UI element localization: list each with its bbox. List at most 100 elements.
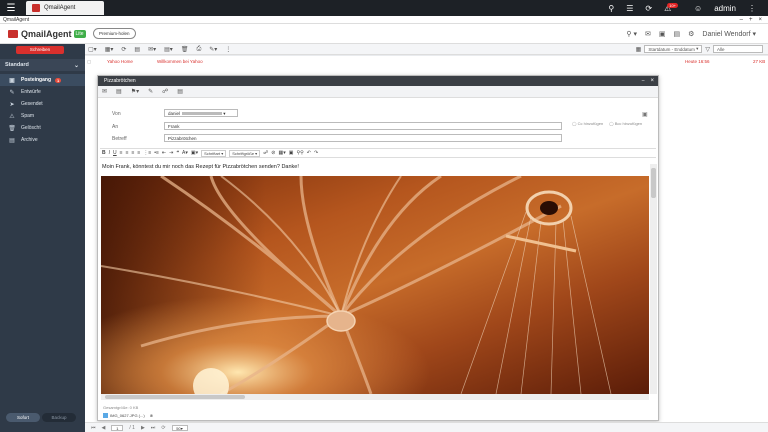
from-value: daniel xyxy=(168,111,181,116)
align-center-icon[interactable]: ≡ xyxy=(126,150,129,156)
main-menu-icon[interactable]: ☰ xyxy=(0,0,22,16)
justify-icon[interactable]: ≡ xyxy=(137,150,140,156)
per-page-select[interactable]: 50▾ xyxy=(171,424,188,431)
premium-button[interactable]: Premium-holen xyxy=(93,28,136,39)
settings-icon[interactable]: ⚙ xyxy=(688,30,694,38)
outdent-icon[interactable]: ⇤ xyxy=(162,150,166,156)
row-checkbox[interactable]: ▢ xyxy=(87,59,91,65)
notifications-icon[interactable]: ⚠10+ xyxy=(664,2,682,13)
send-icon[interactable]: ✉ xyxy=(102,88,107,95)
sidebar-item-inbox[interactable]: ▣ Posteingang 1 xyxy=(0,74,85,86)
redo-icon[interactable]: ↷ xyxy=(314,150,318,156)
sync-icon[interactable]: ⟳ xyxy=(645,4,652,13)
refresh-icon[interactable]: ⟳ xyxy=(121,46,126,53)
scroll-thumb[interactable] xyxy=(105,395,245,399)
message-body-text[interactable]: Moin Frank, könntest du mir noch das Rez… xyxy=(102,164,299,170)
close-icon[interactable]: × xyxy=(650,78,654,84)
bold-icon[interactable]: B xyxy=(102,150,106,156)
quote-icon[interactable]: ❝ xyxy=(176,150,179,156)
font-select[interactable]: Schriftart ▾ xyxy=(201,149,227,157)
align-left-icon[interactable]: ≡ xyxy=(120,150,123,156)
window-icon[interactable]: ▣ xyxy=(642,111,648,118)
minimize-icon[interactable]: – xyxy=(740,17,743,23)
table-icon[interactable]: ▦▾ xyxy=(278,150,285,156)
unlink-icon[interactable]: ⊘ xyxy=(271,150,275,156)
close-icon[interactable]: × xyxy=(758,17,762,23)
select-all-icon[interactable]: ▢▾ xyxy=(88,46,97,53)
maximize-icon[interactable]: + xyxy=(749,17,753,23)
search-icon[interactable]: ⚲ ▾ xyxy=(626,30,637,38)
subject-field[interactable]: Pizzabrötchen xyxy=(164,134,562,142)
user-avatar-icon[interactable]: ☺ xyxy=(694,4,702,13)
mode-sofort-button[interactable]: Sofort xyxy=(6,413,40,422)
ordered-list-icon[interactable]: ⋮≡ xyxy=(143,150,151,156)
view-icon[interactable]: ▦▾ xyxy=(105,46,114,53)
first-page-icon[interactable]: ⏮ xyxy=(91,425,96,431)
bcc-option[interactable]: ◯ Bcc hinzufügen xyxy=(609,121,642,126)
next-page-icon[interactable]: ▶ xyxy=(141,425,145,431)
user-name[interactable]: admin xyxy=(714,4,736,13)
table-row[interactable]: ▢ Yahoo Home Willkommen bei Yahoo Heute … xyxy=(85,56,768,66)
italic-icon[interactable]: I xyxy=(109,150,110,156)
attachment-item[interactable]: IMG_0627.JPG (...) ⊗ xyxy=(103,413,153,418)
folder-move-icon[interactable]: ▤▾ xyxy=(164,46,173,53)
more-icon[interactable]: ⋮ xyxy=(748,4,756,13)
move-icon[interactable]: ▤ xyxy=(134,46,140,53)
sidebar-item-drafts[interactable]: ✎ Entwürfe xyxy=(0,86,85,98)
chevron-down-icon[interactable]: ⌄ xyxy=(74,62,79,69)
calendar-icon[interactable]: ▤ xyxy=(674,30,681,38)
to-field[interactable]: Frank xyxy=(164,122,562,130)
undo-icon[interactable]: ↶ xyxy=(307,150,311,156)
minimize-icon[interactable]: – xyxy=(642,78,645,84)
sort-icon[interactable]: ▦ xyxy=(636,46,642,53)
cc-option[interactable]: ◯ Cc hinzufügen xyxy=(572,121,603,126)
link-icon[interactable]: ☍ xyxy=(162,88,168,95)
scroll-thumb[interactable] xyxy=(651,168,656,198)
sidebar-item-sent[interactable]: ➤ Gesendet xyxy=(0,98,85,110)
account-selector[interactable]: Daniel Wendorf ▾ xyxy=(702,30,756,38)
mode-backup-button[interactable]: Backup xyxy=(42,413,76,422)
align-right-icon[interactable]: ≡ xyxy=(131,150,134,156)
vertical-scrollbar[interactable] xyxy=(650,164,657,394)
horizontal-scrollbar[interactable] xyxy=(101,394,649,400)
account-group[interactable]: Standard ⌄ xyxy=(0,59,85,71)
prev-page-icon[interactable]: ◀ xyxy=(102,425,106,431)
document-icon[interactable]: ▤ xyxy=(177,88,183,95)
more-icon[interactable]: ⋮ xyxy=(225,46,231,53)
image-icon[interactable]: ▣ xyxy=(289,150,294,156)
compose-button[interactable]: Schreiben xyxy=(16,46,64,54)
refresh-icon[interactable]: ⟳ xyxy=(161,425,165,431)
bullet-list-icon[interactable]: •≡ xyxy=(154,150,159,156)
search-icon[interactable]: ⚲ xyxy=(608,4,614,13)
page-input[interactable]: 1 xyxy=(111,424,124,431)
find-icon[interactable]: ⚲⚲ xyxy=(296,150,303,156)
last-page-icon[interactable]: ⏭ xyxy=(151,425,156,431)
sidebar-item-trash[interactable]: 🗑 Gelöscht xyxy=(0,122,85,134)
tasks-icon[interactable]: ☰ xyxy=(626,4,633,13)
save-icon[interactable]: ▤ xyxy=(116,88,122,95)
delete-icon[interactable]: 🗑 xyxy=(181,46,189,53)
mail-icon[interactable]: ✉ xyxy=(645,30,651,38)
sidebar-item-archive[interactable]: ▤ Archive xyxy=(0,134,85,146)
contacts-icon[interactable]: ▣ xyxy=(659,30,666,38)
tag-icon[interactable]: ✎▾ xyxy=(209,46,217,53)
font-size-select[interactable]: Schriftgröße ▾ xyxy=(229,149,261,157)
app-tab[interactable]: QmailAgent xyxy=(26,1,104,15)
link-icon[interactable]: ☍ xyxy=(263,150,268,156)
mark-icon[interactable]: ✉▾ xyxy=(148,46,156,53)
sort-select[interactable]: Startdatum - Enddatum ▾ xyxy=(644,45,703,53)
underline-icon[interactable]: U xyxy=(113,150,117,156)
attach-icon[interactable]: ✎ xyxy=(148,88,153,95)
sidebar-item-spam[interactable]: ⚠ Spam xyxy=(0,110,85,122)
folder-label: Gesendet xyxy=(21,101,43,107)
remove-attachment-icon[interactable]: ⊗ xyxy=(150,413,153,418)
indent-icon[interactable]: ⇥ xyxy=(169,150,173,156)
filter-select[interactable]: Alle xyxy=(713,45,763,53)
print-icon[interactable]: ⎙ xyxy=(196,46,201,53)
filter-icon[interactable]: ▽ xyxy=(705,46,710,53)
bg-color-icon[interactable]: ▣▾ xyxy=(191,150,198,156)
priority-icon[interactable]: ⚑▾ xyxy=(131,88,139,95)
pagination: ⏮ ◀ 1 / 1 ▶ ⏭ ⟳ 50▾ xyxy=(85,422,768,432)
from-field[interactable]: daniel ▾ xyxy=(164,109,238,117)
text-color-icon[interactable]: A▾ xyxy=(182,150,188,156)
